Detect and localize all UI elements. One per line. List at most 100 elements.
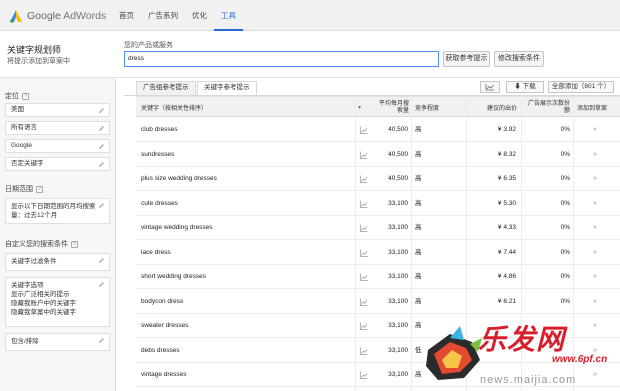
modify-search-button[interactable]: 修改搜索条件 [494,51,544,67]
sort-icon[interactable]: ▾ [358,97,361,118]
pencil-icon[interactable] [98,202,105,209]
date-range-setting[interactable]: 显示以下日期范围的月均搜索 量：过去12个月 [5,198,110,224]
keyword-cell: cute dresses [141,199,178,207]
custom-search-title-text: 自定义您的搜索条件 [5,241,68,248]
help-icon[interactable]: ? [22,92,29,100]
add-to-draft-chevron-icon[interactable]: » [593,216,597,240]
table-row[interactable]: plus size wedding dresses 40,500 高 ¥ 6.35 0%… [136,167,620,191]
col-volume-header[interactable]: 平均每月搜 索量 [364,97,409,118]
keyword-filters-label: 关键字过滤条件 [11,258,57,265]
competition-cell: 高 [415,126,422,133]
include-exclude[interactable]: 包含/排除 [5,333,110,351]
share-cell: 0% [560,126,570,133]
table-row[interactable]: vintage dresses 33,100 高 » [136,363,620,387]
pencil-icon[interactable] [98,143,105,150]
volume-cell: 33,100 [388,322,408,329]
add-to-draft-link[interactable]: 将提示添加到草案中 [7,56,70,66]
add-to-draft-chevron-icon[interactable]: » [593,118,597,142]
targeting-negative-keywords[interactable]: 否定关键字 [5,157,110,171]
share-header-line2: 额 [563,107,570,114]
add-to-draft-chevron-icon[interactable]: » [593,339,597,363]
nav-optimize[interactable]: 优化 [185,0,214,31]
help-icon[interactable]: ? [71,240,78,248]
download-button[interactable]: ⬇ 下载 [506,81,544,93]
table-row[interactable]: sweater dresses 33,100 高 » [136,314,620,338]
competition-cell: 高 [415,248,422,256]
add-to-draft-chevron-icon[interactable]: » [593,192,597,216]
custom-search-section-title: 自定义您的搜索条件? [5,239,78,249]
page-title: 关键字规划师 [7,45,62,55]
share-cell: 0% [560,224,570,231]
targeting-network-label: Google [11,142,32,149]
share-cell [522,363,570,387]
table-row[interactable]: debs dresses 33,100 低 » [136,339,620,363]
add-to-draft-chevron-icon[interactable]: » [593,363,597,387]
volume-cell: 40,500 [388,175,408,182]
product-input[interactable]: dress [124,51,439,67]
targeting-section-title: 定位? [5,91,29,101]
bid-cell [471,314,516,338]
targeting-network[interactable]: Google [5,139,110,153]
keyword-cell: sundresses [141,150,175,158]
add-to-draft-chevron-icon[interactable]: » [593,167,597,191]
tab-keyword-ideas[interactable]: 关键字参考提示 [197,81,257,96]
bid-cell: ¥ 6.21 [497,297,516,305]
adwords-logo[interactable]: Google AdWords [9,8,106,24]
table-row[interactable]: sundresses 40,500 高 ¥ 8.32 0% » [136,143,620,167]
pencil-icon[interactable] [98,107,105,114]
pencil-icon[interactable] [98,337,105,344]
table-row[interactable]: short wedding dresses 33,100 高 ¥ 4.86 0% » [136,265,620,289]
add-to-draft-chevron-icon[interactable]: » [593,314,597,338]
col-competition-header[interactable]: 竞争程度 [415,97,439,118]
keyword-cell: club dresses [141,126,178,133]
help-icon[interactable]: ? [36,185,43,193]
bid-cell: ¥ 3.92 [497,126,516,133]
nav-tools[interactable]: 工具 [214,0,243,31]
pencil-icon[interactable] [98,257,105,264]
keyword-cell: debs dresses [141,346,180,354]
get-ideas-button[interactable]: 获取参考提示 [443,51,490,67]
volume-cell: 33,100 [388,224,408,231]
volume-cell: 40,500 [388,126,408,133]
bid-cell: ¥ 8.32 [497,150,516,158]
add-all-button[interactable]: 全部添加（801 个） [548,81,614,93]
col-keyword-header[interactable]: 关键字（按相关性排序） [141,97,207,118]
pencil-icon[interactable] [98,125,105,132]
nav-home[interactable]: 首页 [112,0,141,31]
keyword-option-hide-account: 隐藏我账户中的关键字 [11,300,76,307]
chart-toggle-button[interactable] [480,81,500,93]
table-row[interactable]: lace dress 33,100 高 ¥ 7.44 0% » [136,241,620,265]
volume-cell: 33,100 [388,371,408,378]
col-share-header[interactable]: 广告展示次数份额 [522,97,570,118]
competition-cell: 高 [415,273,422,280]
bid-cell: ¥ 5.30 [497,199,516,207]
adwords-logo-icon [10,10,22,23]
download-label: 下载 [522,83,536,90]
add-to-draft-chevron-icon[interactable]: » [593,143,597,167]
table-row[interactable]: vintage wedding dresses 33,100 高 ¥ 4.33 0% » [136,216,620,240]
keyword-filters[interactable]: 关键字过滤条件 [5,253,110,271]
table-row[interactable]: cute dresses 33,100 高 ¥ 5.30 0% » [136,192,620,216]
table-row[interactable]: club dresses 40,500 高 ¥ 3.92 0% » [136,118,620,142]
col-bid-header[interactable]: 建议的出价 [471,97,517,118]
pencil-icon[interactable] [98,281,105,288]
add-to-draft-chevron-icon[interactable]: » [593,241,597,265]
share-cell: 0% [560,199,570,207]
keyword-cell: lace dress [141,248,171,256]
targeting-language[interactable]: 所有语言 [5,121,110,135]
keyword-cell: sweater dresses [141,322,189,329]
targeting-location[interactable]: 美国 [5,103,110,117]
add-to-draft-chevron-icon[interactable]: » [593,265,597,289]
competition-cell: 高 [415,175,422,182]
nav-campaigns[interactable]: 广告系列 [141,0,185,31]
add-to-draft-chevron-icon[interactable]: » [593,290,597,314]
keyword-option-hide-draft: 隐藏我草案中的关键字 [11,309,76,316]
volume-header-line1: 平均每月搜 [378,100,409,107]
table-header: 关键字（按相关性排序） ▾ 平均每月搜 索量 竞争程度 建议的出价 广告展示次数份… [136,96,620,117]
keyword-options[interactable]: 关键字选项 显示广泛相关的提示 隐藏我账户中的关键字 隐藏我草案中的关键字 [5,277,110,327]
share-cell [522,339,570,363]
tab-ad-group-ideas[interactable]: 广告组参考提示 [136,81,196,95]
pencil-icon[interactable] [98,161,105,168]
table-row[interactable]: bodycon dress 33,100 高 ¥ 6.21 0% » [136,290,620,314]
bid-cell: ¥ 4.86 [497,273,516,280]
